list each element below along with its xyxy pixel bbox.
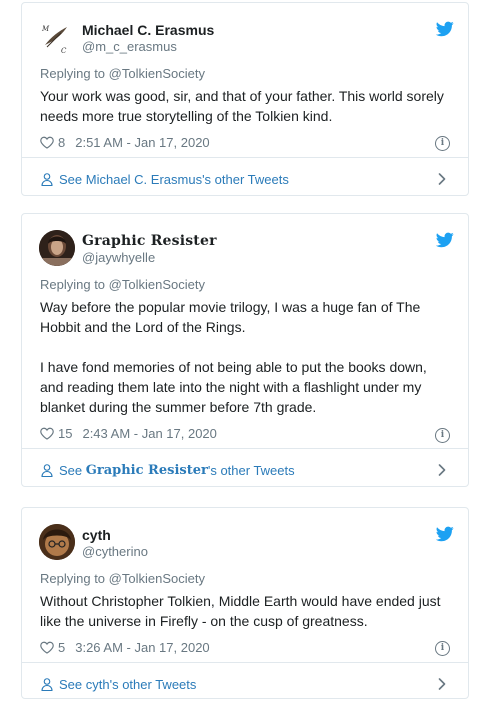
tweet-text: Your work was good, sir, and that of you…: [40, 88, 448, 124]
twitter-bird-icon[interactable]: [436, 232, 454, 248]
avatar[interactable]: [39, 230, 75, 266]
tweet-header: M C Michael C. Erasmus @m_c_erasmus: [39, 19, 456, 59]
tweet-card[interactable]: M C Michael C. Erasmus @m_c_erasmus Repl…: [21, 2, 469, 196]
replying-to[interactable]: Replying to @TolkienSociety: [40, 66, 205, 81]
tweet-meta: 8 2:51 AM - Jan 17, 2020: [40, 135, 210, 150]
footer-prefix: See: [59, 171, 83, 187]
timestamp[interactable]: 2:51 AM - Jan 17, 2020: [75, 135, 209, 150]
svg-text:M: M: [41, 25, 50, 33]
display-name[interactable]: cyth: [82, 526, 148, 544]
like-count: 5: [58, 640, 66, 655]
tweet-card[interactable]: cyth @cytherino Replying to @TolkienSoci…: [21, 507, 469, 699]
footer-name: Graphic Resister: [85, 462, 208, 478]
chevron-right-icon: [438, 173, 446, 185]
svg-text:C: C: [61, 47, 67, 55]
display-name[interactable]: Graphic Resister: [82, 232, 217, 250]
avatar-photo-icon: [39, 524, 75, 560]
chevron-right-icon: [438, 678, 446, 690]
twitter-bird-icon[interactable]: [436, 21, 454, 37]
footer-prefix: See: [59, 676, 83, 692]
handle[interactable]: @m_c_erasmus: [82, 39, 214, 54]
heart-icon[interactable]: [40, 427, 54, 440]
info-icon[interactable]: i: [435, 641, 450, 656]
replying-to[interactable]: Replying to @TolkienSociety: [40, 571, 205, 586]
twitter-bird-icon[interactable]: [436, 526, 454, 542]
footer-prefix: See: [59, 462, 83, 478]
handle[interactable]: @cytherino: [82, 544, 148, 559]
person-icon: [41, 678, 53, 691]
heart-icon[interactable]: [40, 641, 54, 654]
avatar[interactable]: [39, 524, 75, 560]
footer-name: Michael C. Erasmus: [85, 171, 203, 187]
footer-suffix: 's other Tweets: [207, 462, 295, 478]
chevron-right-icon: [438, 464, 446, 476]
person-icon: [41, 173, 53, 186]
person-icon: [41, 464, 53, 477]
timestamp[interactable]: 3:26 AM - Jan 17, 2020: [75, 640, 209, 655]
replying-to[interactable]: Replying to @TolkienSociety: [40, 277, 205, 292]
tweet-header: cyth @cytherino: [39, 524, 456, 564]
heart-icon[interactable]: [40, 136, 54, 149]
footer-suffix: 's other Tweets: [109, 676, 197, 692]
tweet-header: Graphic Resister @jaywhyelle: [39, 230, 456, 270]
avatar[interactable]: M C: [39, 19, 75, 55]
info-icon[interactable]: i: [435, 428, 450, 443]
see-other-tweets-link[interactable]: See Graphic Resister's other Tweets: [22, 449, 468, 491]
see-other-tweets-link[interactable]: See Michael C. Erasmus's other Tweets: [22, 158, 468, 200]
avatar-photo-icon: [39, 230, 75, 266]
handle[interactable]: @jaywhyelle: [82, 250, 217, 265]
quill-logo-icon: M C: [41, 25, 67, 55]
like-count: 8: [58, 135, 66, 150]
see-other-tweets-link[interactable]: See cyth's other Tweets: [22, 663, 468, 705]
tweet-text: Way before the popular movie trilogy, I …: [40, 299, 427, 415]
tweet-meta: 15 2:43 AM - Jan 17, 2020: [40, 426, 217, 441]
footer-name: cyth: [85, 676, 110, 692]
tweet-text: Without Christopher Tolkien, Middle Eart…: [40, 593, 445, 629]
timestamp[interactable]: 2:43 AM - Jan 17, 2020: [82, 426, 216, 441]
like-count: 15: [58, 426, 73, 441]
info-icon[interactable]: i: [435, 136, 450, 151]
footer-suffix: 's other Tweets: [202, 171, 289, 187]
display-name[interactable]: Michael C. Erasmus: [82, 21, 214, 39]
tweet-meta: 5 3:26 AM - Jan 17, 2020: [40, 640, 210, 655]
tweet-card[interactable]: Graphic Resister @jaywhyelle Replying to…: [21, 213, 469, 487]
